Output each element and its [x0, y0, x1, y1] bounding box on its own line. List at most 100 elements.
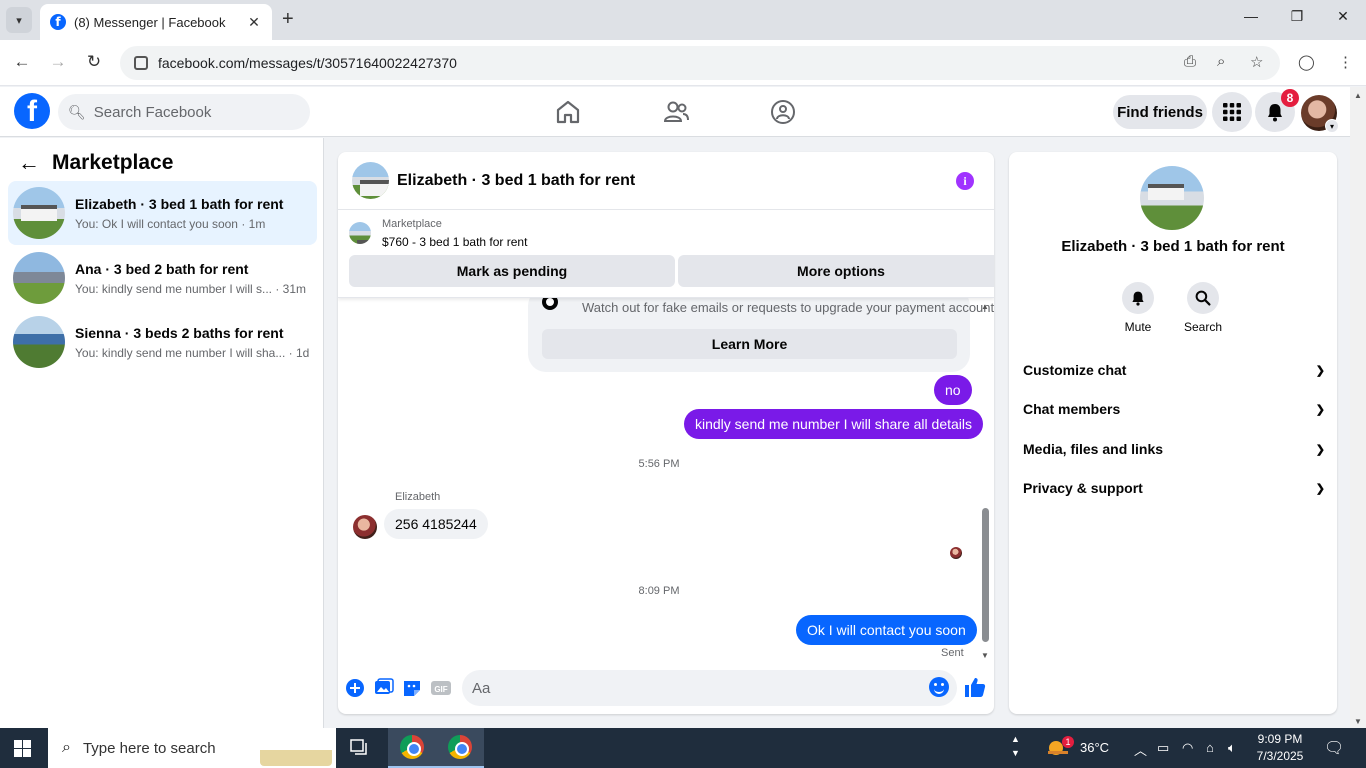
minimize-window-icon[interactable]: — — [1228, 8, 1274, 24]
search-in-chat-button[interactable]: Search — [1173, 282, 1233, 334]
browser-menu-icon[interactable]: ⋮ — [1338, 53, 1353, 71]
groups-icon[interactable] — [769, 99, 797, 125]
emoji-icon[interactable] — [929, 677, 949, 697]
listing-thumbnail — [13, 316, 65, 368]
temperature[interactable]: 36°C — [1080, 740, 1109, 755]
chat-members-section[interactable]: Chat members ❯ — [1023, 391, 1325, 427]
back-arrow-icon[interactable]: ← — [18, 150, 40, 176]
install-app-icon[interactable]: ⎙ — [1184, 53, 1196, 70]
conversation-item[interactable]: Sienna · 3 beds 2 baths for rent You: ki… — [8, 310, 317, 374]
sticker-icon[interactable] — [402, 678, 422, 698]
plus-circle-icon[interactable] — [345, 678, 365, 698]
close-window-icon[interactable]: ✕ — [1320, 8, 1366, 25]
facebook-search-input[interactable]: 🔍︎ Search Facebook — [58, 94, 310, 130]
chrome-taskbar-icon-2[interactable] — [436, 728, 484, 768]
thumbs-up-icon[interactable] — [964, 676, 986, 698]
sender-name: Elizabeth — [395, 491, 441, 503]
chevron-down-icon: ❯ — [1315, 403, 1325, 416]
taskbar-search-box[interactable]: ⌕ Type here to search — [48, 728, 336, 768]
browser-toolbar: ← → ↻ facebook.com/messages/t/3057164002… — [0, 40, 1366, 86]
message-thread: Watch out for fake emails or requests to… — [338, 298, 994, 660]
wifi-icon[interactable]: ◠ — [1182, 740, 1193, 756]
facebook-top-nav: f 🔍︎ Search Facebook Find friends 8 ▾ — [0, 87, 1350, 137]
search-icon: 🔍︎ — [68, 103, 86, 120]
safety-icon — [542, 298, 558, 310]
scroll-down-icon[interactable]: ▼ — [1354, 717, 1362, 726]
facebook-logo-icon[interactable]: f — [14, 93, 50, 129]
scroll-up-icon[interactable]: ▲ — [1354, 91, 1362, 100]
network-icon[interactable]: ⌂ — [1206, 740, 1214, 755]
chevron-down-icon: ❯ — [1315, 443, 1325, 456]
listing-thumbnail — [13, 187, 65, 239]
facebook-favicon-icon: f — [50, 14, 66, 30]
chrome-taskbar-icon[interactable] — [388, 728, 436, 768]
browser-tab-messenger[interactable]: f (8) Messenger | Facebook ✕ — [40, 4, 272, 40]
chat-details-panel: Elizabeth · 3 bed 1 bath for rent Mute S… — [1009, 152, 1337, 714]
search-highlight-art — [260, 730, 332, 766]
clock-date: 7/3/2025 — [1256, 749, 1304, 763]
incoming-message[interactable]: 256 4185244 — [384, 509, 488, 539]
learn-more-button[interactable]: Learn More — [542, 329, 957, 359]
menu-grid-button[interactable] — [1212, 92, 1252, 132]
site-settings-icon[interactable] — [134, 56, 148, 70]
address-bar[interactable]: facebook.com/messages/t/3057164002242737… — [120, 46, 1280, 80]
chat-avatar[interactable] — [352, 162, 389, 199]
new-tab-button[interactable]: + — [282, 9, 294, 29]
zoom-icon[interactable]: ⌕ — [1217, 53, 1225, 70]
customize-chat-section[interactable]: Customize chat ❯ — [1023, 352, 1325, 388]
listing-price-title[interactable]: $760 - 3 bed 1 bath for rent — [382, 235, 527, 249]
taskbar-scroll-icon[interactable]: ▲ ▼ — [1011, 732, 1020, 760]
back-icon[interactable]: ← — [11, 52, 33, 72]
reload-icon[interactable]: ↻ — [83, 52, 105, 72]
timestamp: 5:56 PM — [638, 458, 680, 470]
bookmark-star-icon[interactable]: ☆ — [1250, 53, 1263, 71]
account-avatar[interactable]: ▾ — [1301, 95, 1339, 133]
forward-icon[interactable]: → — [47, 52, 69, 72]
conversation-name: Ana · 3 bed 2 bath for rent — [75, 260, 249, 277]
details-name: Elizabeth · 3 bed 1 bath for rent — [1061, 238, 1285, 255]
restore-window-icon[interactable]: ❐ — [1274, 8, 1320, 25]
battery-icon[interactable]: ▭ — [1157, 740, 1169, 756]
tab-list-dropdown-icon[interactable]: ▾ — [6, 7, 32, 33]
conversation-preview: You: Ok I will contact you soon · 1m — [75, 216, 266, 231]
notification-center-icon[interactable]: 🗨︎ — [1324, 738, 1344, 758]
profile-icon[interactable]: ◯ — [1298, 53, 1315, 71]
page-scrollbar[interactable]: ▲ ▼ — [1350, 87, 1366, 728]
conversation-name: Sienna · 3 beds 2 baths for rent — [75, 324, 284, 341]
more-options-button[interactable]: More options — [678, 255, 994, 287]
mark-as-pending-button[interactable]: Mark as pending — [349, 255, 675, 287]
details-avatar[interactable] — [1140, 166, 1204, 230]
conversation-item[interactable]: Ana · 3 bed 2 bath for rent You: kindly … — [8, 246, 317, 310]
friends-icon[interactable] — [662, 99, 690, 125]
outgoing-message[interactable]: kindly send me number I will share all d… — [684, 409, 984, 439]
grid-icon — [1223, 103, 1241, 121]
gif-icon[interactable]: GIF — [431, 678, 451, 698]
info-icon[interactable]: i — [956, 172, 974, 190]
windows-start-icon[interactable] — [14, 740, 31, 757]
chat-scrollbar[interactable]: ▲ ▼ — [980, 298, 990, 660]
find-friends-button[interactable]: Find friends — [1113, 95, 1207, 129]
listing-thumbnail — [13, 252, 65, 304]
photo-icon[interactable] — [374, 678, 394, 698]
message-input[interactable] — [462, 670, 957, 706]
outgoing-message[interactable]: Ok I will contact you soon — [796, 615, 977, 645]
scroll-down-icon[interactable]: ▼ — [981, 651, 989, 660]
chat-title[interactable]: Elizabeth · 3 bed 1 bath for rent — [397, 172, 994, 190]
tray-chevron-icon[interactable]: ︿ — [1134, 740, 1147, 759]
outgoing-message[interactable]: no — [934, 375, 972, 405]
task-view-icon[interactable] — [336, 728, 384, 768]
conversation-item[interactable]: Elizabeth · 3 bed 1 bath for rent You: O… — [8, 181, 317, 245]
volume-icon[interactable]: 🔈︎ — [1228, 740, 1236, 756]
browser-tab-bar: ▾ f (8) Messenger | Facebook ✕ + — ❐ ✕ — [0, 0, 1366, 40]
chat-header: Elizabeth · 3 bed 1 bath for rent — [338, 152, 994, 210]
media-files-links-section[interactable]: Media, files and links ❯ — [1023, 431, 1325, 467]
scroll-up-icon[interactable]: ▲ — [981, 302, 989, 311]
system-clock[interactable]: 9:09 PM 7/3/2025 — [1255, 731, 1305, 765]
scroll-thumb[interactable] — [982, 508, 989, 642]
sender-avatar[interactable] — [353, 515, 377, 539]
privacy-support-section[interactable]: Privacy & support ❯ — [1023, 470, 1325, 506]
home-icon[interactable] — [554, 99, 582, 125]
svg-text:GIF: GIF — [434, 685, 447, 694]
close-tab-icon[interactable]: ✕ — [246, 14, 262, 31]
mute-button[interactable]: Mute — [1108, 282, 1168, 334]
